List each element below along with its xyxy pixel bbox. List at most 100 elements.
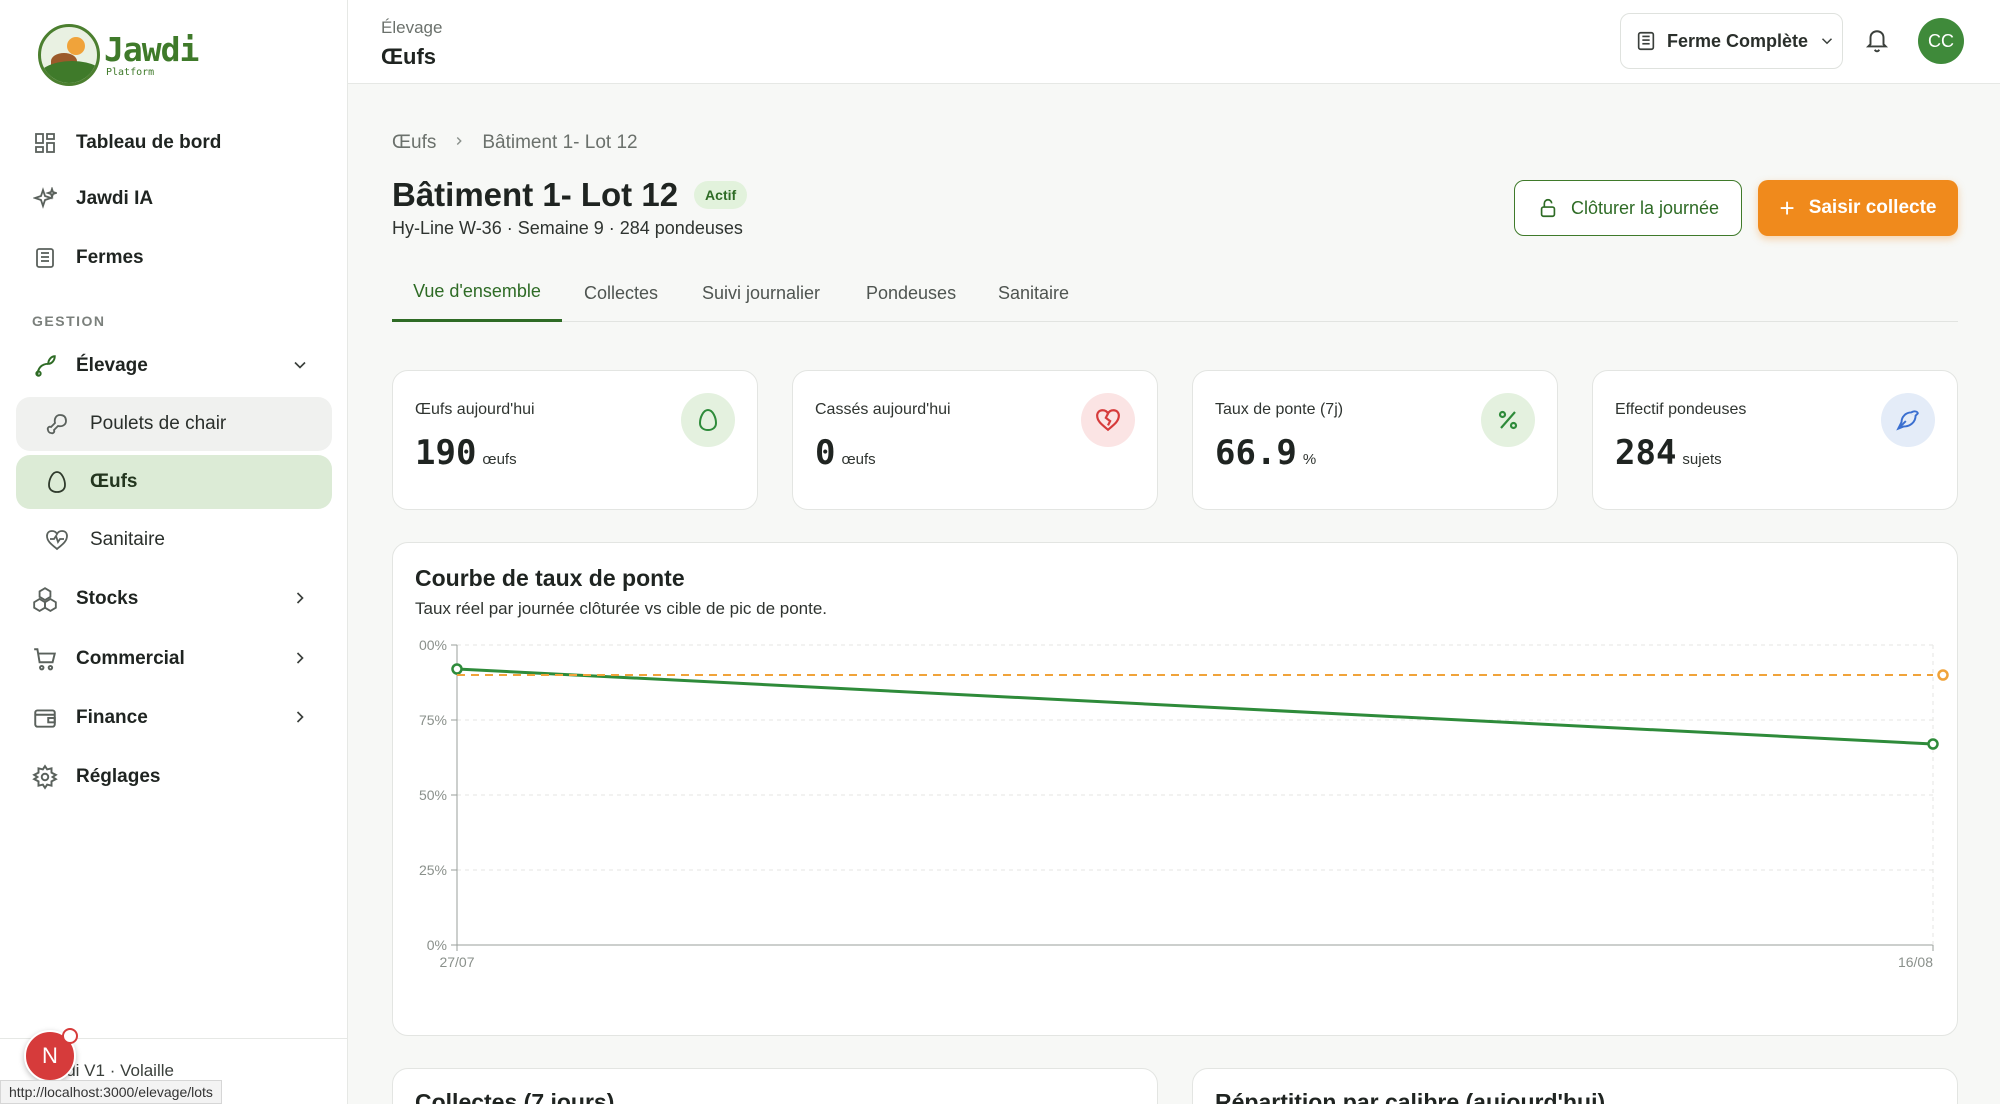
add-collect-button[interactable]: + Saisir collecte	[1758, 180, 1958, 236]
sidebar-item-label: Œufs	[90, 471, 138, 492]
x-tick-label: 27/07	[439, 954, 474, 970]
chevron-right-icon	[290, 707, 310, 733]
kpi-unit: œufs	[841, 451, 876, 468]
close-day-button[interactable]: Clôturer la journée	[1514, 180, 1742, 236]
chevron-down-icon	[1818, 32, 1836, 50]
tab-overview[interactable]: Vue d'ensemble	[392, 264, 562, 322]
avatar-initial: N	[42, 1043, 58, 1068]
actual-line	[456, 667, 1934, 746]
actual-point	[1927, 738, 1939, 750]
sidebar-item-label: Stocks	[76, 588, 139, 609]
user-avatar[interactable]: CC	[1918, 18, 1964, 64]
kpi-card: Taux de ponte (7j) 66.9 %	[1192, 370, 1558, 510]
heart-pulse-icon	[44, 527, 70, 553]
breadcrumb: Œufs Bâtiment 1- Lot 12	[392, 132, 638, 154]
tab-bar: Vue d'ensemble Collectes Suivi journalie…	[392, 264, 1958, 322]
kpi-cards: Œufs aujourd'hui 190 œufs Cassés aujourd…	[392, 370, 1958, 510]
page-title: Bâtiment 1- Lot 12 Actif	[392, 176, 748, 214]
sidebar: Jawdi Platform Tableau de bord Jawdi IA …	[0, 0, 348, 1104]
page-title-text: Bâtiment 1- Lot 12	[392, 176, 679, 213]
sidebar-item-label: Jawdi IA	[76, 188, 154, 209]
sidebar-subitem-sanitaire[interactable]: Sanitaire	[16, 513, 332, 567]
kpi-value: 0	[815, 433, 836, 473]
sidebar-item-label: Élevage	[76, 355, 148, 376]
user-initials: CC	[1928, 30, 1954, 51]
kpi-card: Effectif pondeuses 284 sujets	[1592, 370, 1958, 510]
egg-icon	[681, 393, 735, 447]
egg-icon	[44, 469, 70, 495]
y-tick-label: 0%	[427, 937, 447, 953]
status-dot	[62, 1028, 78, 1044]
sidebar-subitem-poulets[interactable]: Poulets de chair	[16, 397, 332, 451]
status-url-tooltip: http://localhost:3000/elevage/lots	[0, 1080, 222, 1104]
kpi-card: Œufs aujourd'hui 190 œufs	[392, 370, 758, 510]
gear-icon	[32, 764, 58, 790]
laying-rate-chart: Courbe de taux de ponte Taux réel par jo…	[392, 542, 1958, 1036]
kpi-unit: œufs	[482, 451, 517, 468]
heart-crack-icon	[1081, 393, 1135, 447]
plus-icon: +	[1779, 192, 1795, 223]
topbar: Élevage Œufs Ferme Complète CC	[348, 0, 2000, 84]
sidebar-item-label: Réglages	[76, 766, 161, 787]
sidebar-item-label: Tableau de bord	[76, 132, 222, 153]
kpi-value: 66.9	[1215, 433, 1297, 473]
sidebar-item-reglages[interactable]: Réglages	[16, 750, 332, 804]
kpi-label: Œufs aujourd'hui	[415, 401, 535, 418]
tab-sanitaire[interactable]: Sanitaire	[998, 264, 1069, 322]
sidebar-item-commercial[interactable]: Commercial	[16, 632, 332, 686]
tab-collectes[interactable]: Collectes	[584, 264, 658, 322]
sprout-icon	[32, 353, 58, 379]
caliber-card: Répartition par calibre (aujourd'hui)	[1192, 1068, 1958, 1104]
section-label: GESTION	[32, 313, 106, 329]
sidebar-item-label: Poulets de chair	[90, 413, 227, 434]
tab-pondeuses[interactable]: Pondeuses	[866, 264, 956, 322]
sidebar-item-stocks[interactable]: Stocks	[16, 572, 332, 626]
logo[interactable]: Jawdi Platform	[38, 24, 199, 86]
logo-mark-icon	[38, 24, 100, 86]
building-icon	[1635, 30, 1657, 52]
chevron-down-icon	[290, 355, 310, 381]
page-subtitle: Hy-Line W-36 · Semaine 9 · 284 pondeuses	[392, 218, 743, 238]
kpi-label: Cassés aujourd'hui	[815, 401, 951, 418]
sidebar-item-label: Fermes	[76, 247, 144, 268]
y-tick-label: 75%	[419, 712, 447, 728]
sidebar-item-jawdi-ia[interactable]: Jawdi IA	[16, 172, 332, 226]
dashboard-icon	[32, 130, 58, 156]
kpi-value: 190	[415, 433, 477, 473]
kpi-unit: sujets	[1682, 451, 1722, 468]
sidebar-item-finance[interactable]: Finance	[16, 691, 332, 745]
kpi-unit: %	[1302, 451, 1317, 468]
card-title: Collectes (7 jours)	[415, 1089, 615, 1104]
chevron-right-icon	[290, 648, 310, 674]
status-badge: Actif	[694, 181, 748, 209]
sidebar-item-label: Commercial	[76, 648, 185, 669]
target-point	[1937, 669, 1949, 681]
lock-icon	[1537, 197, 1559, 219]
sidebar-item-dashboard[interactable]: Tableau de bord	[16, 116, 332, 170]
kpi-card: Cassés aujourd'hui 0 œufs	[792, 370, 1158, 510]
bird-icon	[1881, 393, 1935, 447]
sidebar-item-elevage[interactable]: Élevage	[16, 339, 332, 393]
breadcrumb-link[interactable]: Œufs	[392, 132, 436, 154]
bell-icon[interactable]	[1862, 26, 1892, 56]
sidebar-item-label: Finance	[76, 707, 148, 728]
drumstick-icon	[44, 411, 70, 437]
logo-sub: Platform	[106, 66, 155, 78]
tab-suivi-journalier[interactable]: Suivi journalier	[702, 264, 820, 322]
building-icon	[32, 245, 58, 271]
chevron-right-icon	[452, 132, 466, 154]
notification-avatar[interactable]: N	[24, 1028, 78, 1082]
percent-icon	[1481, 393, 1535, 447]
farm-select[interactable]: Ferme Complète	[1620, 13, 1843, 69]
wallet-icon	[32, 705, 58, 731]
card-title: Répartition par calibre (aujourd'hui)	[1215, 1089, 1606, 1104]
close-day-label: Clôturer la journée	[1570, 197, 1720, 218]
kpi-value: 284	[1615, 433, 1677, 473]
sparkles-icon	[32, 186, 58, 212]
sidebar-item-fermes[interactable]: Fermes	[16, 231, 332, 285]
breadcrumb-current: Bâtiment 1- Lot 12	[482, 132, 638, 153]
add-collect-label: Saisir collecte	[1808, 197, 1937, 218]
kpi-label: Taux de ponte (7j)	[1215, 401, 1344, 418]
sidebar-subitem-oeufs[interactable]: Œufs	[16, 455, 332, 509]
chart-svg: 00% 75% 50% 25% 0%27/07 16/08	[419, 637, 1949, 970]
